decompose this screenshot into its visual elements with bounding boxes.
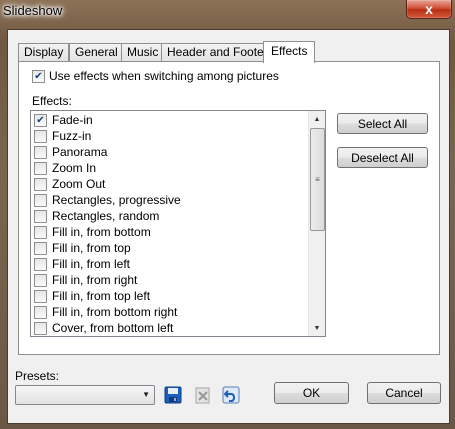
effect-checkbox[interactable]	[34, 241, 47, 255]
effect-label: Rectangles, random	[52, 209, 160, 223]
save-icon	[164, 386, 182, 404]
effects-panel: Use effects when switching among picture…	[18, 61, 440, 355]
slideshow-window: Slideshow x Display General Music Header…	[0, 0, 455, 429]
use-effects-checkbox[interactable]: Use effects when switching among picture…	[32, 69, 279, 83]
effect-checkbox[interactable]	[34, 257, 47, 271]
presets-dropdown[interactable]: ▼	[15, 385, 155, 405]
effect-label: Panorama	[52, 145, 108, 159]
chevron-down-icon: ▼	[142, 390, 150, 399]
title-bar[interactable]: Slideshow x	[0, 0, 455, 24]
list-item[interactable]: Fade-in	[34, 112, 93, 128]
list-item[interactable]: Rectangles, random	[34, 208, 159, 224]
dialog-body: Display General Music Header and Footer …	[7, 29, 450, 424]
effect-checkbox[interactable]	[34, 273, 47, 287]
tab-display[interactable]: Display	[18, 43, 70, 61]
scroll-down-arrow-icon[interactable]: ▼	[309, 320, 325, 336]
select-all-button[interactable]: Select All	[337, 113, 428, 134]
list-item[interactable]: Fill in, from bottom right	[34, 304, 177, 320]
effect-label: Zoom In	[52, 161, 97, 175]
list-item[interactable]: Fill in, from top left	[34, 288, 150, 304]
effect-checkbox[interactable]	[34, 145, 47, 159]
list-item[interactable]: Cover, from bottom left	[34, 320, 173, 336]
effect-label: Fill in, from top	[52, 241, 131, 255]
list-item[interactable]: Zoom Out	[34, 176, 105, 192]
scroll-thumb[interactable]: ≡	[310, 128, 325, 231]
effect-checkbox[interactable]	[34, 161, 47, 175]
effect-checkbox[interactable]	[34, 305, 47, 319]
list-item[interactable]: Fuzz-in	[34, 128, 91, 144]
effect-checkbox[interactable]	[34, 321, 47, 335]
delete-icon	[195, 387, 210, 404]
list-item[interactable]: Fill in, from top	[34, 240, 131, 256]
tab-header-and-footer[interactable]: Header and Footer	[161, 43, 274, 61]
use-effects-label: Use effects when switching among picture…	[49, 69, 279, 83]
undo-icon	[222, 386, 240, 404]
presets-label: Presets:	[15, 369, 60, 383]
effects-label: Effects:	[32, 94, 72, 108]
effect-label: Fill in, from left	[52, 257, 131, 271]
effect-label: Fill in, from bottom right	[52, 305, 178, 319]
scroll-up-arrow-icon[interactable]: ▲	[309, 111, 325, 127]
deselect-all-button[interactable]: Deselect All	[337, 147, 428, 168]
effect-label: Fuzz-in	[52, 129, 92, 143]
effect-label: Rectangles, progressive	[52, 193, 181, 207]
list-item[interactable]: Panorama	[34, 144, 107, 160]
effect-checkbox[interactable]	[34, 289, 47, 303]
tab-effects[interactable]: Effects	[263, 41, 316, 63]
effect-label: Fade-in	[52, 113, 93, 127]
window-title: Slideshow	[3, 3, 63, 18]
ok-button[interactable]: OK	[274, 382, 349, 404]
list-item[interactable]: Fill in, from bottom	[34, 224, 151, 240]
effect-checkbox[interactable]	[34, 177, 47, 191]
effect-label: Fill in, from bottom	[52, 225, 151, 239]
effect-label: Cover, from bottom left	[52, 321, 174, 335]
save-preset-button[interactable]	[163, 385, 183, 405]
close-button[interactable]: x	[406, 0, 452, 19]
effect-checkbox[interactable]	[34, 129, 47, 143]
close-icon: x	[425, 1, 433, 17]
list-item[interactable]: Rectangles, progressive	[34, 192, 181, 208]
cancel-button[interactable]: Cancel	[367, 382, 441, 404]
effect-label: Zoom Out	[52, 177, 106, 191]
undo-preset-button[interactable]	[221, 385, 241, 405]
effect-checkbox[interactable]	[34, 113, 47, 127]
effects-scrollbar[interactable]: ▲ ≡ ▼	[308, 111, 325, 336]
effect-label: Fill in, from top left	[52, 289, 151, 303]
tab-general[interactable]: General	[69, 43, 124, 61]
list-item[interactable]: Zoom In	[34, 160, 96, 176]
effect-checkbox[interactable]	[34, 209, 47, 223]
effect-label: Fill in, from right	[52, 273, 138, 287]
list-item[interactable]: Fill in, from left	[34, 256, 130, 272]
delete-preset-button[interactable]	[193, 385, 213, 405]
effect-checkbox[interactable]	[34, 225, 47, 239]
effect-checkbox[interactable]	[34, 193, 47, 207]
tab-music[interactable]: Music	[121, 43, 165, 61]
list-item[interactable]: Fill in, from right	[34, 272, 137, 288]
effects-list[interactable]: Fade-in Fuzz-in Panorama Zoom In Zoom Ou…	[30, 110, 326, 337]
use-effects-check[interactable]	[32, 69, 45, 83]
